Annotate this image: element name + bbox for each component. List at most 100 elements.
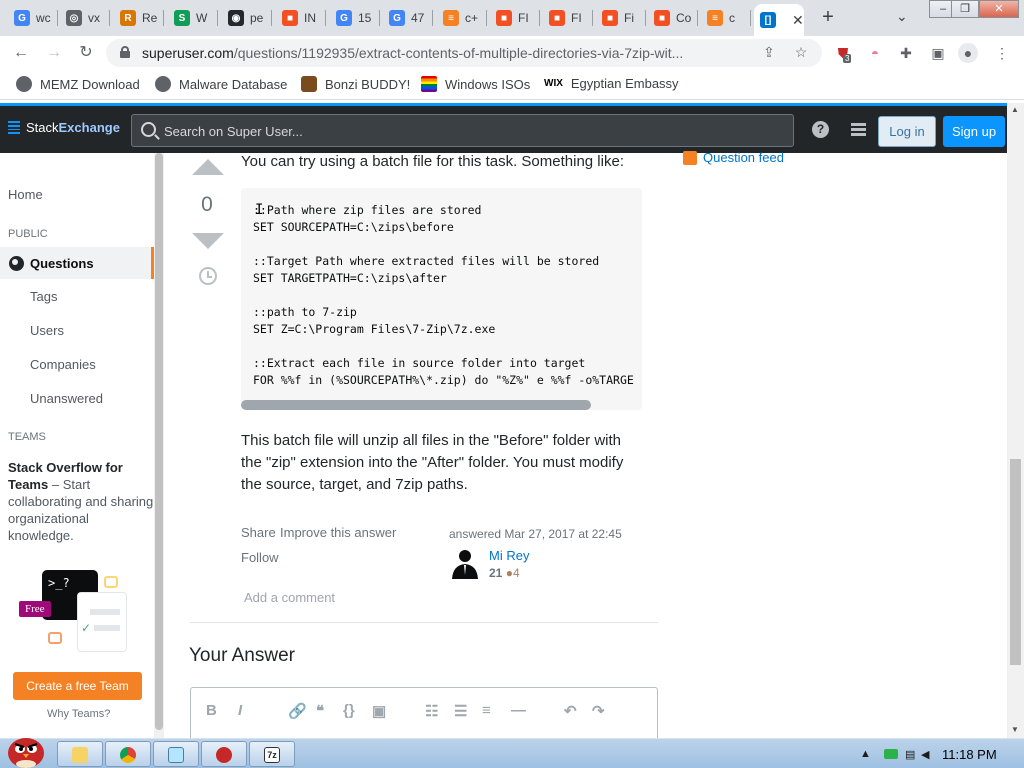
unordered-list-button[interactable]: ☰ [454, 702, 467, 720]
new-tab-button[interactable]: + [817, 6, 839, 28]
browser-tab[interactable]: ≡ c+ [437, 6, 487, 30]
site-search-input[interactable]: Search on Super User... [131, 114, 794, 147]
close-window-button[interactable]: ✕ [979, 0, 1019, 18]
signup-button[interactable]: Sign up [943, 116, 1005, 147]
address-bar[interactable]: superuser.com/questions/1192935/extract-… [106, 39, 822, 67]
code-block[interactable]: ::Path where zip files are stored SET SO… [241, 188, 642, 410]
user-name-link[interactable]: Mi Rey [489, 548, 529, 563]
image-button[interactable]: ▣ [372, 702, 386, 720]
text-cursor-icon: I [255, 202, 264, 218]
bookmark-malware-database[interactable]: Malware Database [155, 76, 287, 92]
nav-users[interactable]: Users [30, 323, 64, 338]
side-panel-icon[interactable]: ▣ [927, 42, 949, 64]
browser-tab[interactable]: G 47 [383, 6, 433, 30]
restore-button[interactable]: ❐ [951, 0, 979, 18]
taskbar-7zip[interactable]: 7z [249, 741, 295, 767]
nav-tags[interactable]: Tags [30, 289, 57, 304]
lock-icon[interactable] [120, 46, 130, 58]
stackexchange-icon [8, 121, 20, 134]
tab-title: W [196, 11, 208, 25]
code-scrollbar[interactable] [241, 400, 591, 410]
browser-tab[interactable]: ■ IN [276, 6, 326, 30]
url-text[interactable]: superuser.com/questions/1192935/extract-… [142, 45, 683, 61]
italic-button[interactable]: I [238, 702, 242, 719]
blockquote-button[interactable]: ❝ [316, 702, 324, 720]
reload-icon[interactable]: ↻ [75, 42, 97, 64]
history-icon[interactable] [199, 267, 217, 285]
horizontal-rule-button[interactable]: — [511, 702, 526, 719]
improve-answer-link[interactable]: Improve this answer [280, 525, 396, 540]
browser-tab[interactable]: ≡ c [701, 6, 751, 30]
scroll-up-arrow-icon[interactable]: ▲ [1011, 105, 1019, 114]
nav-home[interactable]: Home [8, 187, 43, 202]
code-button[interactable]: {} [343, 702, 355, 719]
follow-link[interactable]: Follow [241, 550, 279, 565]
taskbar-explorer[interactable] [57, 741, 103, 767]
bookmark-memz[interactable]: MEMZ Download [16, 76, 140, 92]
login-button[interactable]: Log in [878, 116, 936, 147]
taskbar-chrome[interactable] [105, 741, 151, 767]
why-teams-link[interactable]: Why Teams? [47, 708, 110, 720]
browser-tab[interactable]: R Re [114, 6, 164, 30]
browser-tab[interactable]: [] ✕ [754, 4, 804, 36]
stackexchange-logo[interactable]: StackExchange [8, 120, 120, 135]
volume-icon[interactable]: ◀ [921, 748, 929, 761]
battery-icon[interactable] [884, 749, 898, 759]
nav-companies[interactable]: Companies [30, 357, 96, 372]
taskbar-notepad[interactable] [153, 741, 199, 767]
taskbar-devcpp[interactable] [201, 741, 247, 767]
scroll-down-arrow-icon[interactable]: ▼ [1011, 725, 1019, 734]
ordered-list-button[interactable]: ☷ [425, 702, 438, 720]
avatar[interactable] [449, 547, 481, 579]
browser-tab[interactable]: ◎ vx [60, 6, 110, 30]
bookmark-windows-isos[interactable]: Windows ISOs [421, 76, 530, 92]
browser-tab[interactable]: ■ Co [648, 6, 698, 30]
downvote-arrow-icon[interactable] [192, 233, 224, 249]
nav-unanswered[interactable]: Unanswered [30, 391, 103, 406]
tab-close-icon[interactable]: ✕ [792, 12, 804, 29]
tab-separator [592, 10, 593, 26]
bookmark-egyptian-embassy[interactable]: WIX Egyptian Embassy [544, 76, 679, 91]
nav-questions[interactable]: Questions [0, 247, 154, 279]
profile-avatar[interactable]: ● [958, 43, 978, 63]
browser-tab[interactable]: ■ Fi [596, 6, 646, 30]
page-scrollbar[interactable]: ▲ ▼ [1007, 103, 1024, 738]
scrollbar-thumb[interactable] [1010, 459, 1021, 665]
extensions-puzzle-icon[interactable]: ✚ [895, 42, 917, 64]
redo-button[interactable]: ↷ [592, 702, 605, 720]
browser-tab[interactable]: ■ FI [490, 6, 540, 30]
browser-tab[interactable]: Gwc [8, 6, 58, 30]
clock[interactable]: 11:18 PM [942, 747, 997, 762]
add-comment-link[interactable]: Add a comment [244, 590, 335, 605]
your-answer-heading: Your Answer [189, 645, 295, 666]
menu-dots-icon[interactable]: ⋮ [991, 42, 1013, 64]
tab-search-chevron-icon[interactable]: ⌄ [896, 8, 908, 25]
help-icon[interactable]: ? [812, 121, 829, 138]
tab-favicon-icon: G [389, 10, 405, 26]
share-link[interactable]: Share [241, 525, 276, 540]
undo-button[interactable]: ↶ [564, 702, 577, 720]
tab-title: 47 [411, 11, 425, 25]
link-button[interactable]: 🔗 [288, 702, 307, 720]
network-icon[interactable]: ▤ [905, 748, 915, 761]
bold-button[interactable]: B [206, 702, 217, 719]
site-switcher-icon[interactable] [851, 123, 866, 136]
browser-tab[interactable]: G 15 [330, 6, 380, 30]
heading-button[interactable]: ≡ [482, 702, 491, 719]
browser-tab[interactable]: SW [168, 6, 218, 30]
browser-tab[interactable]: ■ FI [543, 6, 593, 30]
browser-tab[interactable]: ◉ pe [222, 6, 272, 30]
bookmark-bonzi-buddy[interactable]: Bonzi BUDDY! [301, 76, 410, 92]
tray-expand-icon[interactable]: ▲ [860, 748, 871, 760]
question-feed-link[interactable]: Question feed [683, 150, 784, 165]
extension-flag-icon[interactable]: ◓ [864, 42, 886, 64]
sidebar-scrollbar[interactable] [154, 153, 164, 738]
share-icon[interactable]: ⇪ [760, 44, 778, 62]
tab-favicon-icon: ■ [602, 10, 618, 26]
bookmark-star-icon[interactable]: ☆ [792, 44, 810, 62]
start-button[interactable] [4, 733, 48, 768]
forward-icon[interactable]: → [43, 42, 65, 64]
back-icon[interactable]: ← [10, 42, 32, 64]
upvote-arrow-icon[interactable] [192, 159, 224, 175]
create-free-team-button[interactable]: Create a free Team [13, 672, 142, 700]
